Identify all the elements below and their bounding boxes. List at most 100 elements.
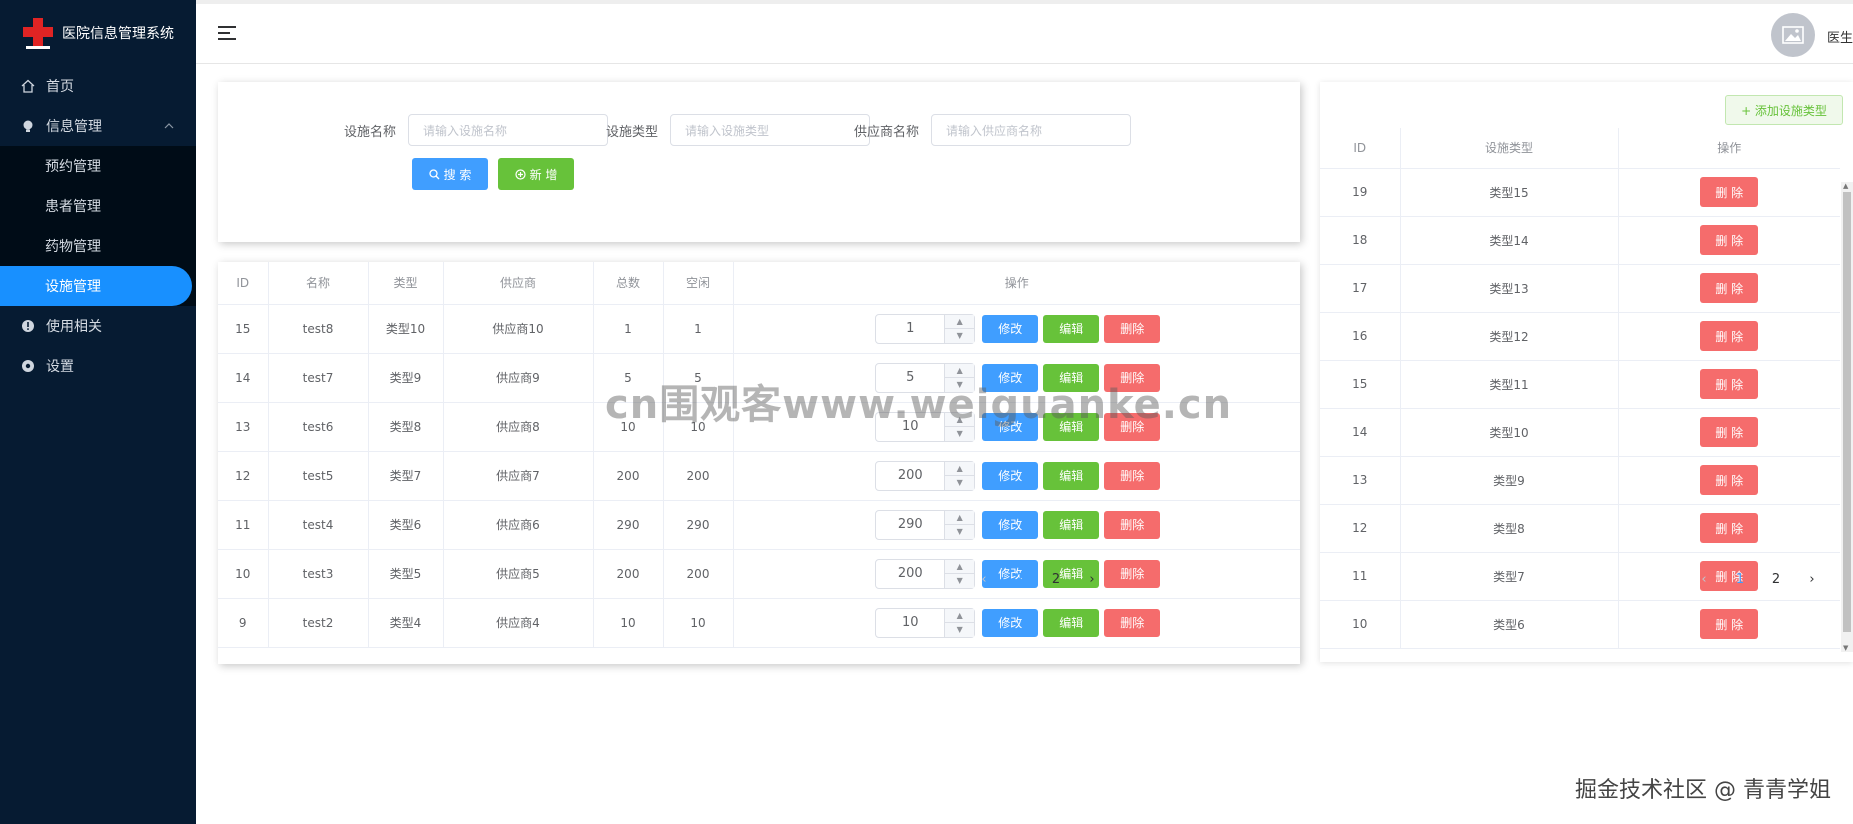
next-page-button[interactable]: ›	[1074, 572, 1110, 587]
modify-button[interactable]: 修改	[982, 510, 1039, 539]
edit-button[interactable]: 编辑	[1043, 314, 1100, 343]
scroll-up-icon[interactable]: ▲	[1843, 182, 1848, 190]
search-button-label: 搜 索	[443, 167, 472, 182]
cell-name: test6	[268, 402, 369, 452]
add-button[interactable]: 新 增	[498, 158, 574, 190]
stepper-up-icon[interactable]: ▲	[945, 609, 975, 623]
cell-id: 15	[1320, 360, 1401, 409]
sidebar-item-usage[interactable]: 使用相关	[0, 306, 196, 346]
delete-type-button[interactable]: 删 除	[1700, 177, 1759, 207]
facility-name-input[interactable]: 请输入设施名称	[408, 114, 609, 146]
cell-total: 1	[593, 304, 664, 354]
stepper-value[interactable]: 200	[876, 560, 944, 588]
avatar[interactable]	[1771, 13, 1815, 57]
watermark-bottom-right: 掘金技术社区 @ 青青学姐	[1575, 778, 1831, 803]
page-number[interactable]: 2	[1758, 572, 1794, 587]
cell-supplier: 供应商7	[443, 451, 594, 501]
sidebar-item-info-management[interactable]: 信息管理	[0, 106, 196, 146]
scrollbar-thumb[interactable]	[1843, 192, 1851, 632]
sidebar-item-home[interactable]: 首页	[0, 66, 196, 106]
delete-button[interactable]: 删除	[1104, 559, 1161, 588]
sidebar-item-drugs[interactable]: 药物管理	[0, 226, 196, 266]
stepper-down-icon[interactable]: ▼	[945, 329, 974, 343]
quantity-stepper[interactable]: 10 ▲ ▼	[875, 607, 976, 638]
delete-button[interactable]: 删除	[1104, 461, 1161, 490]
cell-id: 9	[218, 598, 269, 648]
modify-button[interactable]: 修改	[982, 608, 1039, 637]
submenu-info-management: 预约管理 患者管理 药物管理 设施管理	[0, 146, 196, 306]
delete-type-button[interactable]: 删 除	[1700, 225, 1759, 255]
delete-type-button[interactable]: 删 除	[1700, 273, 1759, 303]
stepper-down-icon[interactable]: ▼	[945, 623, 974, 637]
edit-button[interactable]: 编辑	[1043, 510, 1100, 539]
stepper-value[interactable]: 290	[876, 511, 944, 539]
delete-type-button[interactable]: 删 除	[1700, 465, 1759, 495]
cell-facility-type: 类型7	[1400, 552, 1619, 601]
sidebar-item-label: 信息管理	[46, 119, 102, 135]
stepper-value[interactable]: 200	[876, 462, 944, 490]
stepper-up-icon[interactable]: ▲	[945, 462, 975, 476]
add-facility-type-button[interactable]: + 添加设施类型	[1725, 95, 1843, 125]
prev-page-button[interactable]: ‹	[966, 572, 1002, 587]
column-header: 操作	[733, 262, 1300, 305]
delete-type-button[interactable]: 删 除	[1700, 369, 1759, 399]
stepper-value[interactable]: 10	[876, 609, 944, 637]
scroll-down-icon[interactable]: ▼	[1843, 644, 1848, 652]
modify-button[interactable]: 修改	[982, 461, 1039, 490]
search-card: 设施名称 请输入设施名称 设施类型 请输入设施类型 供应商名称 请输入供应商名称…	[218, 82, 1300, 242]
modify-button[interactable]: 修改	[982, 314, 1039, 343]
table-row: 10 test3 类型5 供应商5 200 200 200 ▲ ▼ 修改 编辑 删除	[218, 549, 1300, 599]
info-icon	[20, 318, 36, 334]
quantity-stepper[interactable]: 290 ▲ ▼	[875, 509, 976, 540]
delete-type-button[interactable]: 删 除	[1700, 513, 1759, 543]
cell-facility-type: 类型14	[1400, 216, 1619, 265]
facility-type-input[interactable]: 请输入设施类型	[670, 114, 871, 146]
page-number[interactable]: 1	[1002, 572, 1038, 587]
stepper-up-icon[interactable]: ▲	[945, 511, 975, 525]
edit-button[interactable]: 编辑	[1043, 461, 1100, 490]
sidebar-item-settings[interactable]: 设置	[0, 346, 196, 386]
menu-toggle-icon[interactable]	[218, 26, 236, 44]
vertical-scrollbar[interactable]: ▲ ▼	[1841, 182, 1853, 652]
column-header: 设施类型	[1400, 128, 1619, 169]
sidebar-item-patients[interactable]: 患者管理	[0, 186, 196, 226]
search-button[interactable]: 搜 索	[412, 158, 488, 190]
cell-actions: 200 ▲ ▼ 修改 编辑 删除	[733, 451, 1300, 501]
cell-name: test2	[268, 598, 369, 648]
delete-type-button[interactable]: 删 除	[1700, 417, 1759, 447]
sidebar: 医院信息管理系统 首页 信息管理 预约管理 患者管理 药物管理 设施管理 使用相…	[0, 0, 196, 824]
supplier-name-input[interactable]: 请输入供应商名称	[931, 114, 1132, 146]
next-page-button[interactable]: ›	[1794, 572, 1830, 587]
cell-supplier: 供应商5	[443, 549, 594, 599]
quantity-stepper[interactable]: 200 ▲ ▼	[875, 558, 976, 589]
delete-button[interactable]: 删除	[1104, 608, 1161, 637]
sidebar-item-appointments[interactable]: 预约管理	[0, 146, 196, 186]
cell-supplier: 供应商6	[443, 500, 594, 550]
stepper-down-icon[interactable]: ▼	[945, 476, 974, 490]
delete-button[interactable]: 删除	[1104, 510, 1161, 539]
delete-type-button[interactable]: 删 除	[1700, 609, 1759, 639]
prev-page-button[interactable]: ‹	[1686, 572, 1722, 587]
cell-actions: 1 ▲ ▼ 修改 编辑 删除	[733, 304, 1300, 354]
cell-type: 类型7	[368, 451, 444, 501]
quantity-stepper[interactable]: 1 ▲ ▼	[875, 313, 976, 344]
user-name[interactable]: 医生	[1827, 27, 1853, 46]
quantity-stepper[interactable]: 200 ▲ ▼	[875, 460, 976, 491]
delete-button[interactable]: 删除	[1104, 314, 1161, 343]
edit-button[interactable]: 编辑	[1043, 608, 1100, 637]
cell-type: 类型4	[368, 598, 444, 648]
cell-id: 12	[1320, 504, 1401, 553]
table-row: 12 test5 类型7 供应商7 200 200 200 ▲ ▼ 修改 编辑 删除	[218, 451, 1300, 501]
stepper-value[interactable]: 1	[876, 315, 944, 343]
sidebar-item-facilities[interactable]: 设施管理	[0, 266, 192, 306]
stepper-up-icon[interactable]: ▲	[945, 315, 975, 329]
delete-type-button[interactable]: 删 除	[1700, 321, 1759, 351]
stepper-down-icon[interactable]: ▼	[945, 525, 974, 539]
cell-free: 290	[663, 500, 734, 550]
page-number[interactable]: 1	[1722, 572, 1758, 587]
row-actions: 10 ▲ ▼ 修改 编辑 删除	[734, 607, 1301, 638]
cell-actions: 删 除	[1618, 408, 1840, 457]
cell-free: 10	[663, 598, 734, 648]
page-number[interactable]: 2	[1038, 572, 1074, 587]
cell-id: 17	[1320, 264, 1401, 313]
